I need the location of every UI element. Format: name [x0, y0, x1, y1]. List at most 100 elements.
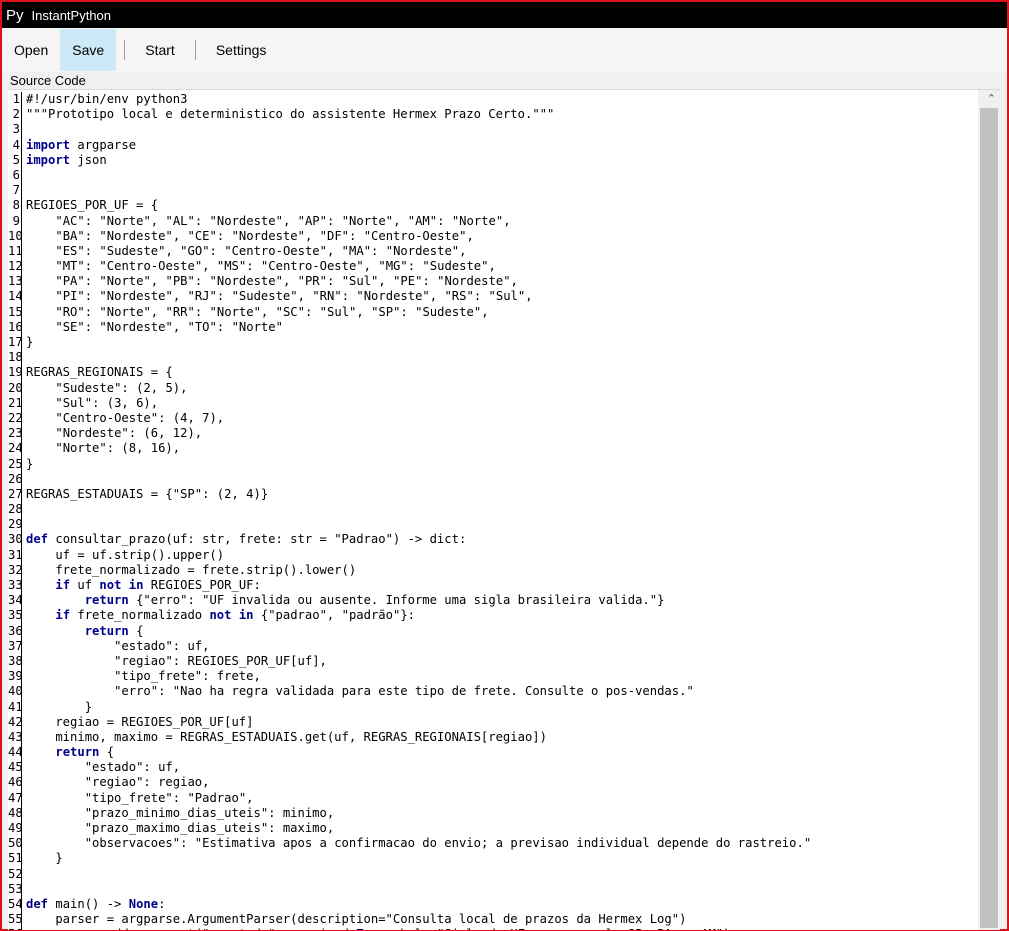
line-number: 18 [8, 350, 23, 366]
line-number: 25 [8, 456, 23, 472]
code-line[interactable]: 36 return { [8, 623, 976, 639]
code-line[interactable]: 20 "Sudeste": (2, 5), [8, 380, 976, 396]
code-line[interactable]: 47 "tipo_frete": "Padrao", [8, 790, 976, 806]
line-number: 11 [8, 243, 23, 260]
line-number: 27 [8, 486, 23, 503]
line-number: 19 [8, 365, 23, 381]
code-line[interactable]: 7 [8, 183, 976, 199]
code-line[interactable]: 43 minimo, maximo = REGRAS_ESTADUAIS.get… [8, 729, 976, 746]
code-line[interactable]: 24 "Norte": (8, 16), [8, 441, 976, 457]
code-editor[interactable]: 1 #!/usr/bin/env python3 2 """Prototipo loc… [8, 89, 1000, 930]
code-line[interactable]: 56 parser.add_argument("--estado", requi… [8, 927, 976, 930]
line-number: 49 [8, 821, 23, 837]
code-line[interactable]: 26 [8, 471, 976, 487]
code-line[interactable]: 18 [8, 350, 976, 366]
code-text: "tipo_frete": frete, [114, 669, 261, 684]
code-line[interactable]: 31 uf = uf.strip().upper() [8, 547, 976, 563]
code-line[interactable]: 49 "prazo_maximo_dias_uteis": maximo, [8, 821, 976, 837]
code-line[interactable]: 48 "prazo_minimo_dias_uteis": minimo, [8, 805, 976, 821]
code-line[interactable]: 38 "regiao": REGIOES_POR_UF[uf], [8, 653, 976, 670]
code-line[interactable]: 29 [8, 517, 976, 533]
code-text: """Prototipo local e deterministico do a… [26, 107, 555, 122]
code-line[interactable]: 39 "tipo_frete": frete, [8, 669, 976, 685]
vertical-scrollbar[interactable]: ⌃ [978, 90, 1000, 930]
code-text: "prazo_minimo_dias_uteis": minimo, [84, 805, 335, 820]
code-text: REGRAS_REGIONAIS = { [26, 365, 173, 380]
code-line[interactable]: 54 def main() -> None: [8, 896, 976, 913]
code-text: "Centro-Oeste": (4, 7), [55, 410, 225, 425]
code-line[interactable]: 53 [8, 881, 976, 897]
code-line[interactable]: 52 [8, 866, 976, 882]
code-text: "PI": "Nordeste", "RJ": "Sudeste", "RN":… [55, 289, 533, 304]
code-line[interactable]: 46 "regiao": regiao, [8, 775, 976, 791]
line-number: 37 [8, 638, 23, 654]
code-line[interactable]: 27 REGRAS_ESTADUAIS = {"SP": (2, 4)} [8, 486, 976, 503]
line-number: 21 [8, 395, 23, 411]
code-line[interactable]: 4 import argparse [8, 137, 976, 153]
code-line[interactable]: 23 "Nordeste": (6, 12), [8, 426, 976, 442]
code-line[interactable]: 8 REGIOES_POR_UF = { [8, 198, 976, 214]
code-line[interactable]: 44 return { [8, 745, 976, 761]
code-line[interactable]: 40 "erro": "Nao ha regra validada para e… [8, 684, 976, 700]
code-line[interactable]: 30 def consultar_prazo(uf: str, frete: st… [8, 532, 976, 548]
code-line[interactable]: 13 "PA": "Norte", "PB": "Nordeste", "PR"… [8, 274, 976, 290]
code-line[interactable]: 9 "AC": "Norte", "AL": "Nordeste", "AP":… [8, 213, 976, 229]
code-line[interactable]: 10 "BA": "Nordeste", "CE": "Nordeste", "… [8, 228, 976, 244]
code-text: frete_normalizado = frete.strip().lower(… [26, 562, 357, 577]
line-number: 42 [8, 714, 23, 730]
code-text: } [26, 335, 34, 349]
code-line[interactable]: 17} [8, 335, 976, 351]
chevron-up-icon[interactable]: ⌃ [987, 92, 996, 105]
code-line[interactable]: 11 "ES": "Sudeste", "GO": "Centro-Oeste"… [8, 243, 976, 260]
line-number: 3 [8, 122, 22, 138]
code-line[interactable]: 34 return {"erro": "UF invalida ou ausen… [8, 593, 976, 609]
code-lines[interactable]: 1 #!/usr/bin/env python3 2 """Prototipo loc… [8, 92, 976, 930]
code-line[interactable]: 51 } [8, 851, 976, 867]
code-text: "Sudeste": (2, 5), [55, 380, 188, 395]
code-line[interactable]: 41 } [8, 699, 976, 715]
line-number: 53 [8, 881, 23, 897]
code-line[interactable]: 28 [8, 502, 976, 518]
code-text: "PA": "Norte", "PB": "Nordeste", "PR": "… [55, 274, 518, 289]
code-line[interactable]: 22 "Centro-Oeste": (4, 7), [8, 410, 976, 427]
code-line[interactable]: 35 if frete_normalizado not in {"padrao"… [8, 608, 976, 624]
toolbar: Open Save Start Settings [2, 28, 1007, 72]
code-line[interactable]: 6 [8, 167, 976, 184]
code-line[interactable]: 16 "SE": "Nordeste", "TO": "Norte" [8, 319, 976, 335]
line-number: 36 [8, 623, 23, 639]
code-text: "erro": "Nao ha regra validada para este… [114, 684, 694, 699]
code-line[interactable]: 50 "observacoes": "Estimativa apos a con… [8, 836, 976, 852]
open-button[interactable]: Open [2, 29, 60, 71]
code-line[interactable]: 15 "RO": "Norte", "RR": "Norte", "SC": "… [8, 304, 976, 320]
code-line[interactable]: 2 """Prototipo local e deterministico do … [8, 107, 976, 123]
python-app-icon: Py [6, 6, 24, 24]
code-line[interactable]: 37 "estado": uf, [8, 638, 976, 654]
code-line[interactable]: 3 [8, 122, 976, 138]
code-text: import json [26, 152, 107, 167]
code-text: return { [84, 623, 144, 638]
line-number: 34 [8, 593, 23, 609]
scrollbar-thumb[interactable] [980, 108, 998, 928]
line-number: 31 [8, 547, 23, 563]
line-number: 51 [8, 851, 23, 867]
line-number: 12 [8, 259, 23, 275]
code-line[interactable]: 33 if uf not in REGIOES_POR_UF: [8, 578, 976, 594]
code-line[interactable]: 21 "Sul": (3, 6), [8, 395, 976, 411]
save-button[interactable]: Save [60, 29, 117, 71]
code-line[interactable]: 1 #!/usr/bin/env python3 [8, 92, 976, 108]
code-line[interactable]: 32 frete_normalizado = frete.strip().low… [8, 562, 976, 578]
code-line[interactable]: 45 "estado": uf, [8, 760, 976, 776]
app-window: Py InstantPython Open Save Start Setting… [0, 0, 1009, 931]
start-button[interactable]: Start [133, 29, 187, 71]
code-line[interactable]: 12 "MT": "Centro-Oeste", "MS": "Centro-O… [8, 259, 976, 275]
code-line[interactable]: 14 "PI": "Nordeste", "RJ": "Sudeste", "R… [8, 289, 976, 305]
code-line[interactable]: 55 parser = argparse.ArgumentParser(desc… [8, 912, 976, 928]
settings-button[interactable]: Settings [204, 29, 279, 71]
code-text: "regiao": regiao, [84, 775, 210, 790]
code-line[interactable]: 42 regiao = REGIOES_POR_UF[uf] [8, 714, 976, 730]
code-text: } [26, 699, 93, 714]
code-line[interactable]: 19 REGRAS_REGIONAIS = { [8, 365, 976, 381]
code-line[interactable]: 5 import json [8, 152, 976, 168]
code-line[interactable]: 25} [8, 456, 976, 472]
